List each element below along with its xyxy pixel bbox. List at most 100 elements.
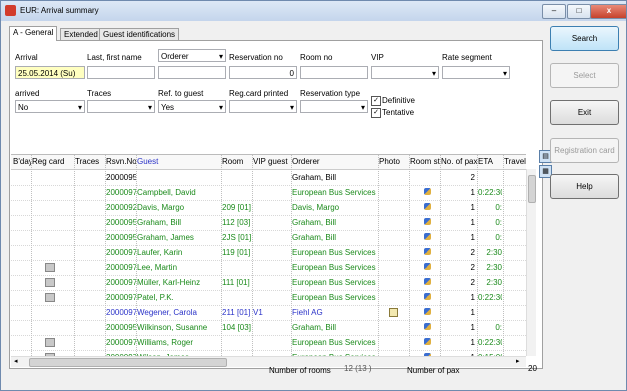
column-room[interactable]: Room <box>222 157 252 166</box>
cell-eta: 0: <box>495 233 502 242</box>
rate-segment-dropdown[interactable] <box>442 66 510 79</box>
column-guest[interactable]: Guest <box>137 157 221 166</box>
cell-guest: Patel, P.K. <box>137 293 174 302</box>
last-first-name-field[interactable] <box>87 66 155 79</box>
cell-guest: Wegener, Carola <box>137 308 197 317</box>
cell-pax: 1 <box>470 188 475 197</box>
orderer-field[interactable] <box>158 66 226 79</box>
reg-card-printed-dropdown[interactable] <box>229 100 297 113</box>
cell-rsvn: 2000095 <box>106 233 136 242</box>
minimize-button[interactable]: – <box>542 4 566 19</box>
table-row[interactable]: 2000095 Graham, Bill 2 <box>11 170 526 186</box>
arrival-summary-window: EUR: Arrival summary – □ x A - General E… <box>0 0 627 391</box>
cell-eta: 0: <box>495 218 502 227</box>
cell-room: 211 [01] <box>222 308 251 317</box>
arrival-field[interactable]: 25.05.2014 (Su) <box>15 66 85 79</box>
table-row[interactable]: 2000095 Graham, James 2JS [01] Graham, Bill… <box>11 230 526 246</box>
maximize-button[interactable]: □ <box>567 4 591 19</box>
cell-guest: Davis, Margo <box>137 203 185 212</box>
column-divider <box>477 155 478 356</box>
grid-vertical-scrollbar[interactable] <box>526 169 536 356</box>
table-row[interactable]: 2000095 Wilkinson, Susanne 104 [03] Graham,… <box>11 320 526 336</box>
column-divider <box>136 155 137 356</box>
column-rsvn-no[interactable]: Rsvn.No <box>106 157 136 166</box>
room-status-person-icon <box>424 248 431 257</box>
tab-general[interactable]: A - General <box>9 26 58 41</box>
last-first-name-label: Last, first name <box>87 53 142 62</box>
cell-rsvn: 2000097 <box>106 263 136 272</box>
table-row[interactable]: 2000097 Williams, Roger European Bus Servi… <box>11 335 526 351</box>
arrived-label: arrived <box>15 89 40 98</box>
search-button[interactable]: Search <box>550 26 619 51</box>
column-eta[interactable]: ETA <box>478 157 503 166</box>
scroll-right-icon[interactable]: ▸ <box>516 357 520 365</box>
pax-count-value: 20 <box>528 364 537 373</box>
column-divider <box>221 155 222 356</box>
cell-pax: 1 <box>470 293 475 302</box>
column-reg-card[interactable]: Reg card <box>32 157 74 166</box>
help-button[interactable]: Help <box>550 174 619 199</box>
column-traces[interactable]: Traces <box>75 157 105 166</box>
table-row[interactable]: 2000097 Patel, P.K. European Bus Services 1… <box>11 290 526 306</box>
horizontal-scroll-thumb[interactable] <box>29 358 227 367</box>
room-status-person-icon <box>424 278 431 287</box>
arrived-dropdown[interactable]: No <box>15 100 85 113</box>
column-divider <box>74 155 75 356</box>
column-divider <box>252 155 253 356</box>
reservation-type-dropdown[interactable] <box>300 100 368 113</box>
table-row[interactable]: 2000097 Laufer, Karin 119 [01] European Bus… <box>11 245 526 261</box>
table-row[interactable]: 2000097 Müller, Karl-Heinz 111 [01] Europea… <box>11 275 526 291</box>
column-travel[interactable]: Travel <box>504 157 526 166</box>
cell-pax: 2 <box>470 263 475 272</box>
table-row[interactable]: 2000097 Lee, Martin European Bus Services 2… <box>11 260 526 276</box>
traces-dropdown[interactable] <box>87 100 155 113</box>
room-status-person-icon <box>424 338 431 347</box>
orderer-dropdown[interactable]: Orderer <box>158 49 226 62</box>
tentative-checkbox[interactable]: ✓ <box>371 108 381 118</box>
cell-orderer: European Bus Services <box>292 293 376 302</box>
table-row[interactable]: 2000092 Davis, Margo 209 [01] Davis, Margo 1… <box>11 200 526 216</box>
cell-rsvn: 2000097 <box>106 188 136 197</box>
room-no-field[interactable] <box>300 66 368 79</box>
cell-room: 2JS [01] <box>222 233 252 242</box>
column-divider <box>378 155 379 356</box>
column-bday[interactable]: B'day <box>13 157 31 166</box>
cell-eta: 0:22:30 <box>478 338 502 347</box>
registration-card-button[interactable]: Registration card <box>550 138 619 163</box>
column-divider <box>409 155 410 356</box>
column-divider <box>31 155 32 356</box>
tab-panel-general: Arrival 25.05.2014 (Su) Last, first name… <box>9 40 552 369</box>
cell-rsvn: 2000095 <box>106 323 136 332</box>
column-orderer[interactable]: Orderer <box>292 157 378 166</box>
cell-eta: 0:22:30 <box>478 188 502 197</box>
cell-rsvn: 2000097 <box>106 308 136 317</box>
reservation-no-label: Reservation no <box>229 53 283 62</box>
table-row[interactable]: 2000097 Campbell, David European Bus Servi… <box>11 185 526 201</box>
room-status-person-icon <box>424 233 431 242</box>
cell-orderer: Graham, Bill <box>292 173 337 182</box>
definitive-checkbox[interactable]: ✓ <box>371 96 381 106</box>
select-button[interactable]: Select <box>550 63 619 88</box>
grid-header: B'day Reg card Traces Rsvn.No Guest Room… <box>11 155 526 170</box>
ref-to-guest-dropdown[interactable]: Yes <box>158 100 226 113</box>
vertical-scroll-thumb[interactable] <box>528 175 536 203</box>
scroll-left-icon[interactable]: ◂ <box>14 357 18 365</box>
table-row[interactable]: 2000097 Wegener, Carola 211 [01] V1 Fiehl AG… <box>11 305 526 321</box>
definitive-label: Definitive <box>382 96 415 105</box>
vip-dropdown[interactable] <box>371 66 439 79</box>
cell-vip: V1 <box>253 308 263 317</box>
room-status-person-icon <box>424 218 431 227</box>
cell-guest: Wilkinson, Susanne <box>137 323 208 332</box>
cell-orderer: Fiehl AG <box>292 308 323 317</box>
exit-button[interactable]: Exit <box>550 100 619 125</box>
column-vip-guest[interactable]: VIP guest <box>253 157 290 166</box>
column-room-status[interactable]: Room st <box>410 157 440 166</box>
column-no-of-pax[interactable]: No. of pax <box>441 157 477 166</box>
cell-guest: Graham, James <box>137 233 194 242</box>
cell-orderer: Davis, Margo <box>292 203 340 212</box>
close-button[interactable]: x <box>590 4 626 19</box>
reservation-no-field[interactable]: 0 <box>229 66 297 79</box>
column-photo[interactable]: Photo <box>379 157 409 166</box>
cell-orderer: Graham, Bill <box>292 233 337 242</box>
table-row[interactable]: 2000095 Graham, Bill 112 [03] Graham, Bill 1… <box>11 215 526 231</box>
